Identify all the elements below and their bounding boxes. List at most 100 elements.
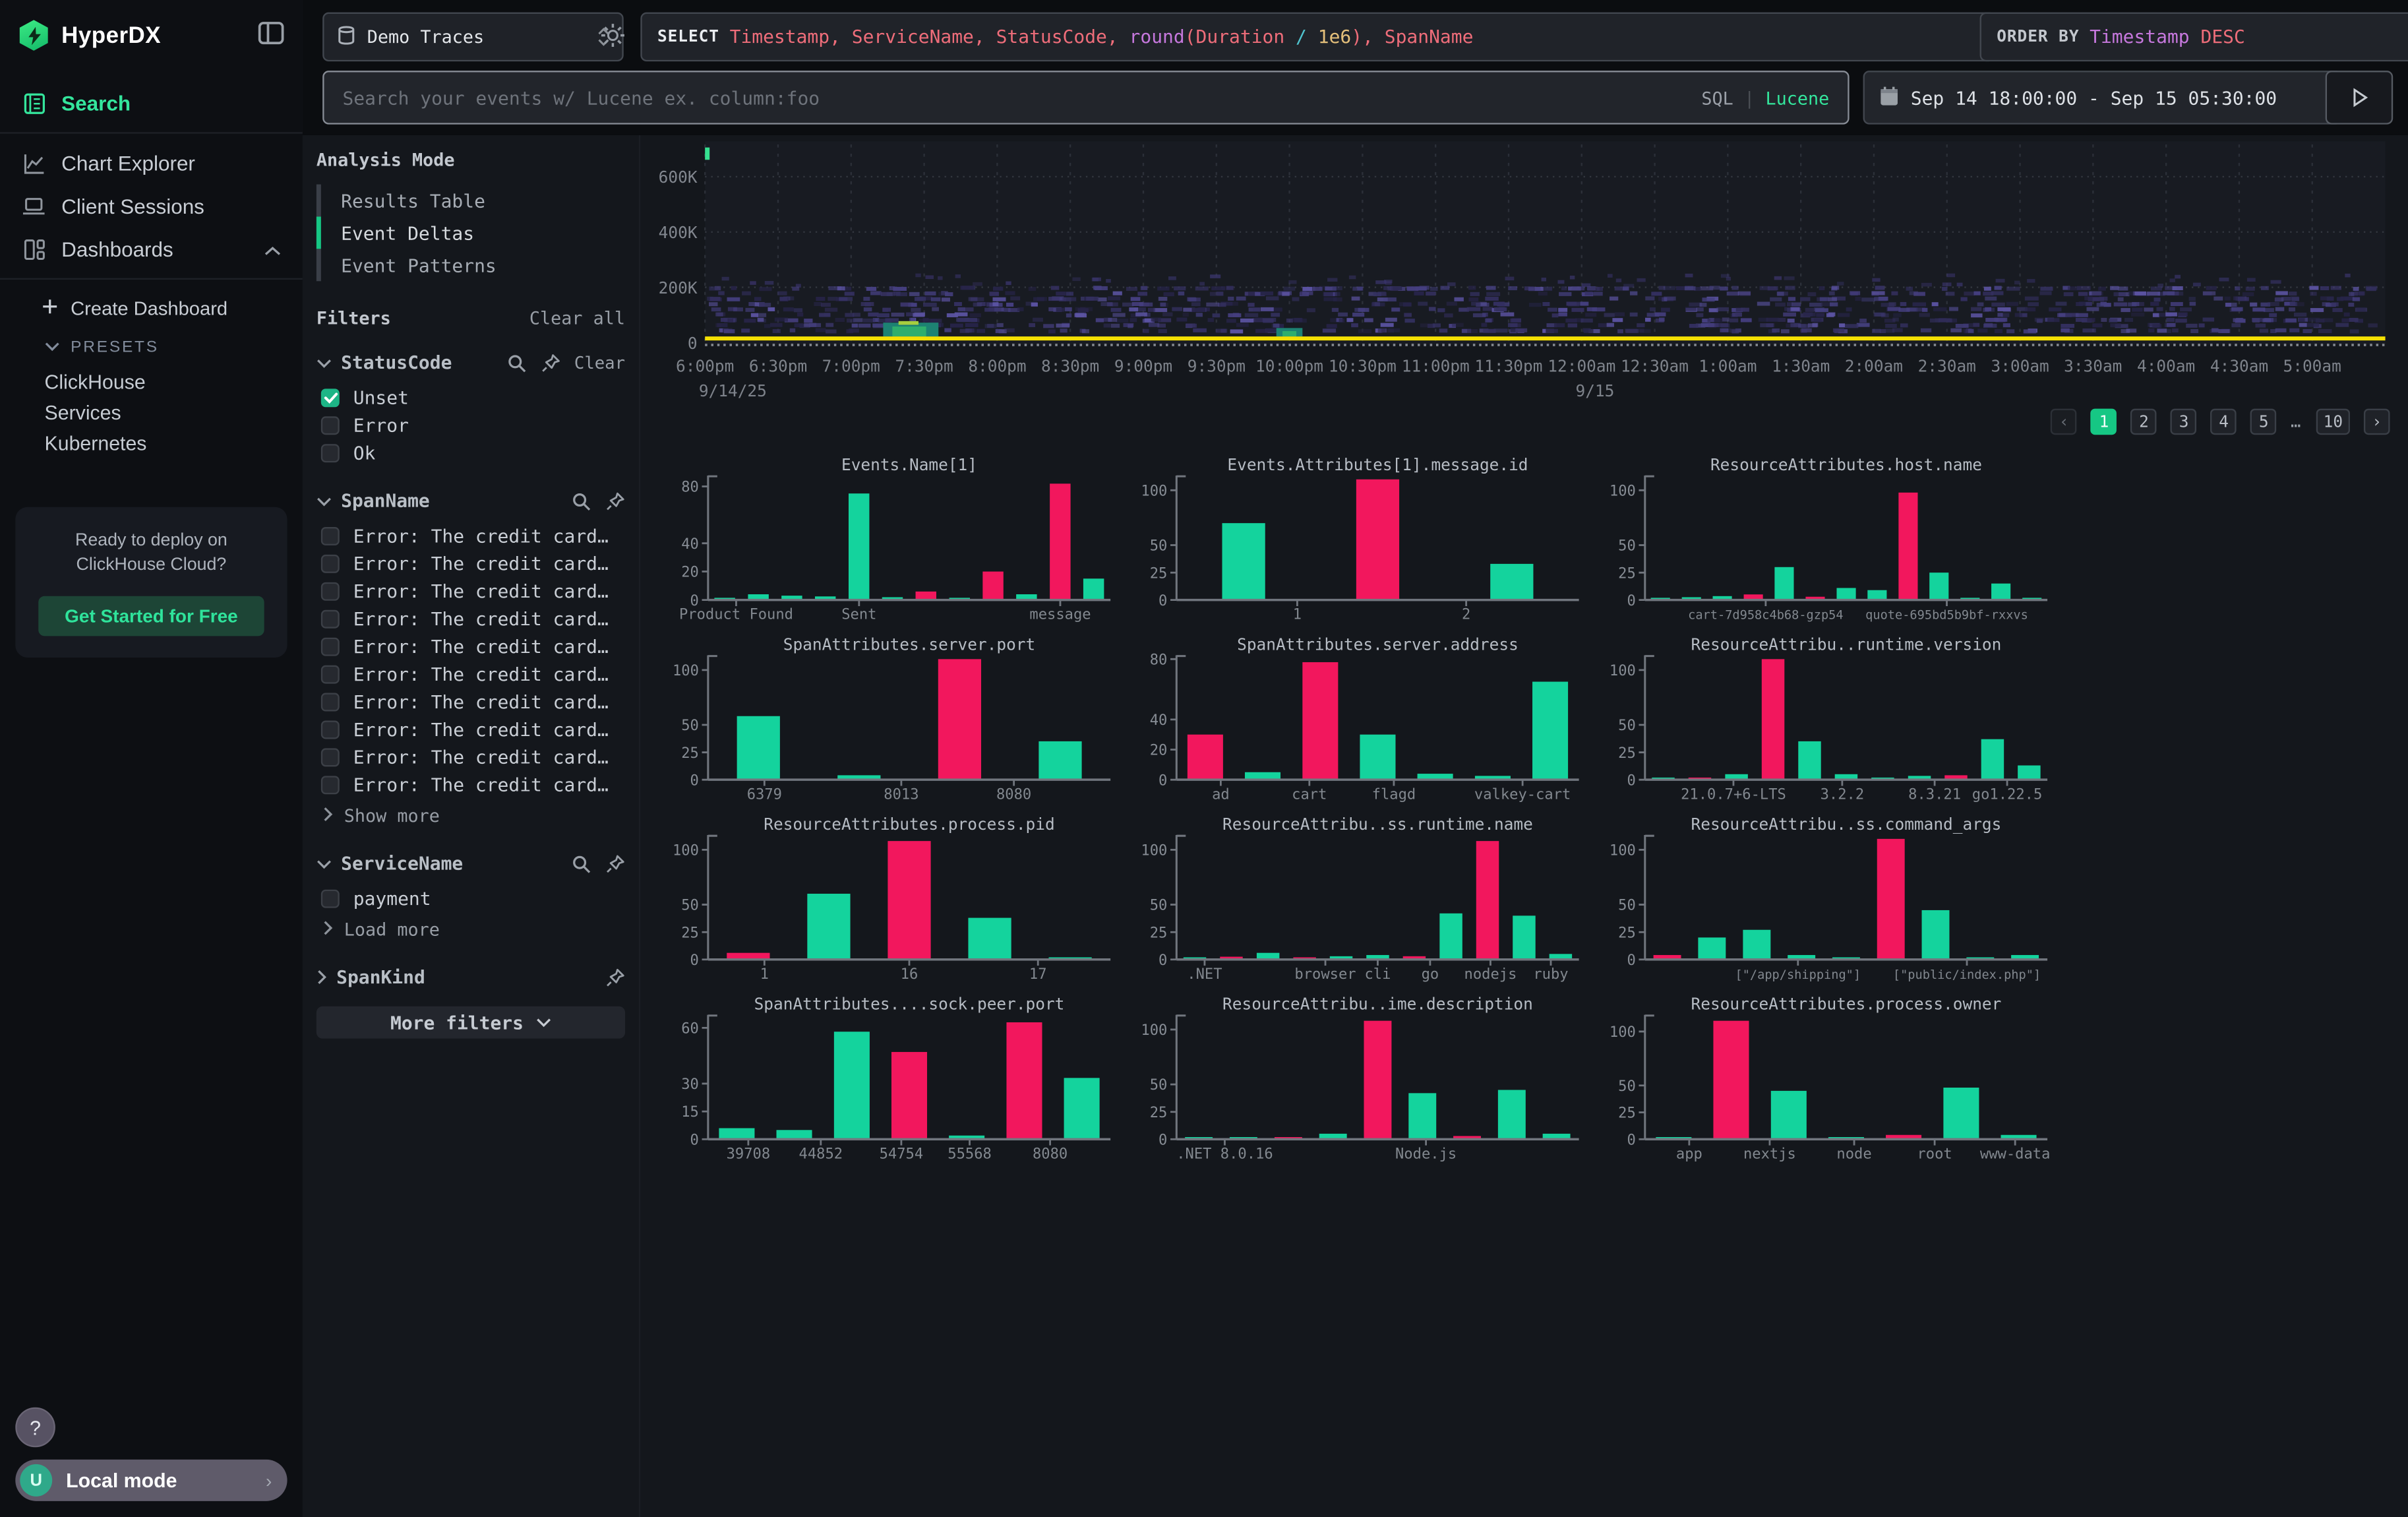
sidebar-item-chart-explorer[interactable]: Chart Explorer (0, 141, 303, 184)
filter-section-header[interactable]: ServiceName (316, 853, 625, 875)
filter-option-error-the-c[interactable]: Error: The credit card (… (316, 661, 625, 689)
help-button[interactable]: ? (15, 1408, 55, 1448)
pagination-page-5[interactable]: 5 (2250, 409, 2277, 435)
sidebar-item-search[interactable]: Search (0, 81, 303, 124)
checkbox[interactable] (321, 638, 340, 656)
checkbox[interactable] (321, 720, 340, 739)
filter-section-header[interactable]: StatusCode Clear (316, 352, 625, 373)
delta-chart-spanattributes-server-address[interactable]: SpanAttributes.server.address0204080adca… (1143, 635, 1611, 815)
load-more-button[interactable]: Load more (316, 915, 625, 943)
plus-icon (42, 298, 59, 320)
pagination-prev-button[interactable]: ‹ (2051, 409, 2078, 435)
show-more-button[interactable]: Show more (316, 802, 625, 830)
checkbox[interactable] (321, 527, 340, 545)
sql-orderby-editor[interactable]: ORDER BY Timestamp DESC (1980, 13, 2408, 62)
filter-section-name: SpanName (341, 490, 562, 512)
pagination-page-2[interactable]: 2 (2131, 409, 2157, 435)
filter-option-error-the-c[interactable]: Error: The credit card (… (316, 578, 625, 605)
bar (916, 592, 936, 600)
mode-sql[interactable]: SQL (1701, 87, 1733, 109)
clear-section-button[interactable]: Clear (574, 353, 625, 373)
checkbox[interactable] (321, 666, 340, 684)
search-icon[interactable] (506, 353, 526, 373)
checkbox-checked[interactable] (321, 388, 340, 407)
clear-all-filters-button[interactable]: Clear all (529, 307, 625, 329)
preset-item-services[interactable]: Services (0, 396, 303, 427)
pin-icon[interactable] (605, 967, 625, 987)
x-axis-tick-label: 2:30am (1918, 357, 1976, 376)
x-axis-tick-label: quote-695bd5b9bf-rxxvs (1865, 609, 2028, 623)
checkbox[interactable] (321, 776, 340, 794)
more-filters-button[interactable]: More filters (316, 1006, 625, 1039)
x-axis-tick-label: 7:00pm (822, 357, 880, 376)
search-icon[interactable] (572, 491, 591, 511)
filter-option-error-the-c[interactable]: Error: The credit card (… (316, 605, 625, 633)
filter-option-error[interactable]: Error (316, 412, 625, 439)
search-input[interactable] (324, 87, 1702, 109)
delta-chart-spanattributes-server-port[interactable]: SpanAttributes.server.port02550100637980… (675, 635, 1143, 815)
delta-chart-resourceattributes-host-name[interactable]: ResourceAttributes.host.name02550100cart… (1611, 455, 2080, 635)
time-range-picker[interactable]: Sep 14 18:00:00 - Sep 15 05:30:00 (1863, 71, 2343, 125)
y-axis-tick-label: 15 (681, 1103, 699, 1121)
filter-section-header[interactable]: SpanName (316, 490, 625, 512)
delta-chart-spanattributes-sock-peer-port[interactable]: SpanAttributes....sock.peer.port01530603… (675, 994, 1143, 1174)
delta-chart-resourceattribu-ime-description[interactable]: ResourceAttribu..ime.description02550100… (1143, 994, 1611, 1174)
pagination-page-1[interactable]: 1 (2091, 409, 2117, 435)
bar (807, 894, 850, 960)
pagination-page-10[interactable]: 10 (2316, 409, 2350, 435)
source-select[interactable]: Demo Traces (322, 13, 624, 62)
filter-option-error-the-c[interactable]: Error: The credit card (… (316, 522, 625, 550)
checkbox[interactable] (321, 890, 340, 908)
analysis-mode-event-deltas[interactable]: Event Deltas (316, 216, 625, 249)
sql-select-editor[interactable]: SELECT Timestamp, ServiceName, StatusCod… (640, 13, 1995, 62)
pagination-page-4[interactable]: 4 (2211, 409, 2237, 435)
delta-chart-resourceattribu-runtime-version[interactable]: ResourceAttribu..runtime.version02550100… (1611, 635, 2080, 815)
checkbox[interactable] (321, 444, 340, 462)
filter-option-error-the-c[interactable]: Error: The credit card (… (316, 743, 625, 771)
filter-section-header[interactable]: SpanKind (316, 966, 625, 988)
delta-chart-resourceattributes-process-owner[interactable]: ResourceAttributes.process.owner02550100… (1611, 994, 2080, 1174)
events-heatmap-chart[interactable]: 600K400K200K06:00pm6:30pm7:00pm7:30pm8:0… (656, 139, 2407, 406)
checkbox[interactable] (321, 610, 340, 629)
checkbox[interactable] (321, 748, 340, 766)
checkbox[interactable] (321, 416, 340, 435)
search-icon[interactable] (572, 853, 591, 873)
delta-chart-resourceattribu-ss-command-args[interactable]: ResourceAttribu..ss.command_args02550100… (1611, 815, 2080, 995)
sidebar-item-dashboards[interactable]: Dashboards (0, 228, 303, 270)
pagination-next-button[interactable]: › (2364, 409, 2390, 435)
delta-chart-resourceattributes-process-pid[interactable]: ResourceAttributes.process.pid0255010011… (675, 815, 1143, 995)
preset-item-kubernetes[interactable]: Kubernetes (0, 427, 303, 458)
create-dashboard-button[interactable]: Create Dashboard (0, 289, 303, 329)
get-started-button[interactable]: Get Started for Free (38, 596, 264, 636)
checkbox[interactable] (321, 555, 340, 573)
sidebar-item-client-sessions[interactable]: Client Sessions (0, 185, 303, 228)
local-mode-button[interactable]: U Local mode › (15, 1460, 287, 1501)
pin-icon[interactable] (605, 491, 625, 511)
filter-option-payment[interactable]: payment (316, 885, 625, 913)
preset-item-clickhouse[interactable]: ClickHouse (0, 365, 303, 396)
source-settings-gear-icon[interactable] (601, 23, 625, 54)
filter-option-ok[interactable]: Ok (316, 439, 625, 467)
pin-icon[interactable] (541, 353, 560, 373)
filter-option-error-the-c[interactable]: Error: The credit card (… (316, 550, 625, 578)
y-axis-tick-label: 25 (681, 745, 699, 762)
run-query-button[interactable] (2326, 71, 2393, 125)
x-axis-tick-label: 9:30pm (1188, 357, 1246, 376)
delta-chart-resourceattribu-ss-runtime-name[interactable]: ResourceAttribu..ss.runtime.name02550100… (1143, 815, 1611, 995)
presets-toggle[interactable]: PRESETS (0, 328, 303, 365)
pin-icon[interactable] (605, 853, 625, 873)
analysis-mode-event-patterns[interactable]: Event Patterns (316, 249, 625, 281)
filter-option-error-the-c[interactable]: Error: The credit card (… (316, 633, 625, 661)
mode-lucene[interactable]: Lucene (1766, 87, 1830, 109)
filter-option-error-the-c[interactable]: Error: The credit card (… (316, 716, 625, 744)
filter-option-error-the-c[interactable]: Error: The credit card (… (316, 689, 625, 716)
checkbox[interactable] (321, 582, 340, 601)
filter-option-unset[interactable]: Unset (316, 384, 625, 412)
checkbox[interactable] (321, 693, 340, 712)
delta-chart-events-name-1-[interactable]: Events.Name[1]0204080Product FoundSentme… (675, 455, 1143, 635)
analysis-mode-results-table[interactable]: Results Table (316, 185, 625, 217)
filter-option-error-the-c[interactable]: Error: The credit card (… (316, 771, 625, 799)
delta-chart-events-attributes-1-message-id[interactable]: Events.Attributes[1].message.id025501001… (1143, 455, 1611, 635)
collapse-sidebar-icon[interactable] (258, 20, 284, 49)
pagination-page-3[interactable]: 3 (2171, 409, 2197, 435)
